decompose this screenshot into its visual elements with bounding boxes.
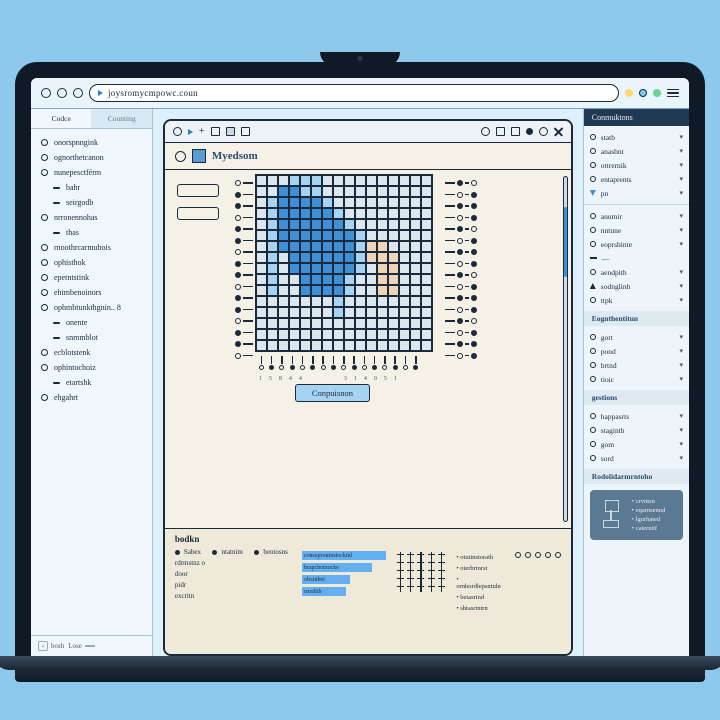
gear-icon[interactable] [175, 151, 186, 162]
list-item[interactable]: snmmblot [41, 330, 144, 345]
menu-icon[interactable] [667, 89, 679, 98]
waveform [400, 548, 442, 592]
tool-icon[interactable] [241, 127, 250, 136]
axis-labels: 15844314051 [259, 376, 397, 382]
close-icon[interactable] [554, 127, 563, 136]
list-item[interactable]: thas [41, 225, 144, 240]
prop-item[interactable]: eoprshinte▾ [590, 237, 683, 251]
tab-code[interactable]: Codce [31, 109, 91, 128]
canvas-title: Myedsom [212, 150, 258, 162]
ext-dot-icon[interactable] [653, 89, 661, 97]
prop-item[interactable]: statb▾ [590, 130, 683, 144]
list-item[interactable]: bahr [41, 180, 144, 195]
tree-list: onorspnngink ognorthetcanon nunepesctfér… [31, 129, 152, 635]
left-sidebar: Codce Counting onorspnngink ognorthetcan… [31, 109, 153, 656]
prop-item[interactable]: — [590, 251, 683, 265]
prop-item[interactable]: ottrernik▾ [590, 158, 683, 172]
tool-icon[interactable] [173, 127, 182, 136]
bottom-panel: bodkn Sabex ntatnim bentosns rdrmstnz o … [165, 528, 571, 654]
tool-icon[interactable] [226, 127, 235, 136]
prop-item[interactable]: brtnd▾ [590, 358, 683, 372]
prop-item[interactable]: pond▾ [590, 344, 683, 358]
play-icon[interactable] [188, 129, 193, 135]
ext-dot-icon[interactable] [625, 89, 633, 97]
url-text: joysromycmpowc.coun [108, 88, 198, 98]
traffic-dot[interactable] [57, 88, 67, 98]
chip-grid[interactable] [255, 174, 433, 352]
list-item[interactable]: onente [41, 315, 144, 330]
prop-item[interactable]: pn▾ [590, 186, 683, 200]
list-item[interactable]: seirgodb [41, 195, 144, 210]
laptop-notch [320, 52, 400, 66]
list-item[interactable]: ophmbtunkthgnin.. 8 [41, 300, 144, 315]
prop-item[interactable]: sord▾ [590, 451, 683, 465]
prop-item[interactable]: sodnglinh▾ [590, 279, 683, 293]
prop-item[interactable]: ttpk▾ [590, 293, 683, 307]
block-node[interactable] [177, 207, 219, 220]
list-item[interactable]: ophisthok [41, 255, 144, 270]
right-header: Conmuktons [584, 109, 689, 126]
right-sidebar: Conmuktons statb▾ anasbnt▾ ottrernik▾ en… [583, 109, 689, 656]
tab-counting[interactable]: Counting [91, 109, 151, 128]
play-icon [98, 90, 103, 96]
prop-item[interactable]: staginth▾ [590, 423, 683, 437]
list-item[interactable]: rnoothrcarmubois [41, 240, 144, 255]
browser-chrome: joysromycmpowc.coun [31, 78, 689, 109]
block-node[interactable] [177, 184, 219, 197]
prop-item[interactable]: tioic▾ [590, 372, 683, 386]
bar-chart: conseproutnstockinl brapcbotzocke obxinb… [302, 551, 386, 596]
prop-item[interactable]: anumir▾ [590, 209, 683, 223]
prop-item[interactable]: aendpith▾ [590, 265, 683, 279]
prop-item[interactable]: entaprents▾ [590, 172, 683, 186]
canvas-toolbar: + [165, 121, 571, 143]
left-footer: ‹bosh Lose [31, 635, 152, 656]
list-item[interactable]: etartshk [41, 375, 144, 390]
address-bar[interactable]: joysromycmpowc.coun [89, 84, 619, 102]
ext-dot-icon[interactable] [639, 89, 647, 97]
notes-list: otutinstorath oterbrinrst ornhordlepsntu… [456, 554, 500, 612]
prop-item[interactable]: anasbnt▾ [590, 144, 683, 158]
prop-item[interactable]: nntune▾ [590, 223, 683, 237]
tool-icon[interactable] [539, 127, 548, 136]
list-item[interactable]: nunepesctférm [41, 165, 144, 180]
chevron-left-icon[interactable]: ‹ [38, 641, 48, 651]
canvas-window: + [163, 119, 573, 656]
section-header: Rodolidarmrntoho [584, 469, 689, 484]
laptop-base [15, 656, 705, 682]
tool-icon[interactable] [511, 127, 520, 136]
tool-icon[interactable] [481, 127, 490, 136]
tool-icon[interactable] [211, 127, 220, 136]
info-card: crvntsn eqarnsennd lgurhated caternüf [590, 490, 683, 540]
prop-item[interactable]: gort▾ [590, 330, 683, 344]
scrollbar[interactable] [563, 176, 568, 522]
prop-item[interactable]: gom▾ [590, 437, 683, 451]
list-item[interactable]: epetntstink [41, 270, 144, 285]
section-header: gestions [584, 390, 689, 405]
chip-canvas[interactable]: 15844314051 Conpuisnon [165, 170, 571, 528]
panel-header: bodkn [175, 534, 561, 544]
list-item[interactable]: onorspnngink [41, 135, 144, 150]
tool-icon[interactable] [496, 127, 505, 136]
traffic-dot[interactable] [41, 88, 51, 98]
traffic-dot[interactable] [73, 88, 83, 98]
compile-button[interactable]: Conpuisnon [295, 384, 370, 402]
list-item[interactable]: ehgahrt [41, 390, 144, 405]
dot-icon[interactable] [526, 128, 533, 135]
plus-icon[interactable]: + [199, 126, 205, 137]
list-item[interactable]: nrronennohas [41, 210, 144, 225]
diagram-icon [598, 500, 624, 530]
list-item[interactable]: ognorthetcanon [41, 150, 144, 165]
list-item[interactable]: ecblotstenk [41, 345, 144, 360]
prop-item[interactable]: happasrts▾ [590, 409, 683, 423]
list-item[interactable]: ophintochoiz [41, 360, 144, 375]
section-header: Eognthentitun [584, 311, 689, 326]
list-item[interactable]: ehtmbenoinors [41, 285, 144, 300]
status-dots [515, 548, 561, 558]
logo-icon [192, 149, 206, 163]
